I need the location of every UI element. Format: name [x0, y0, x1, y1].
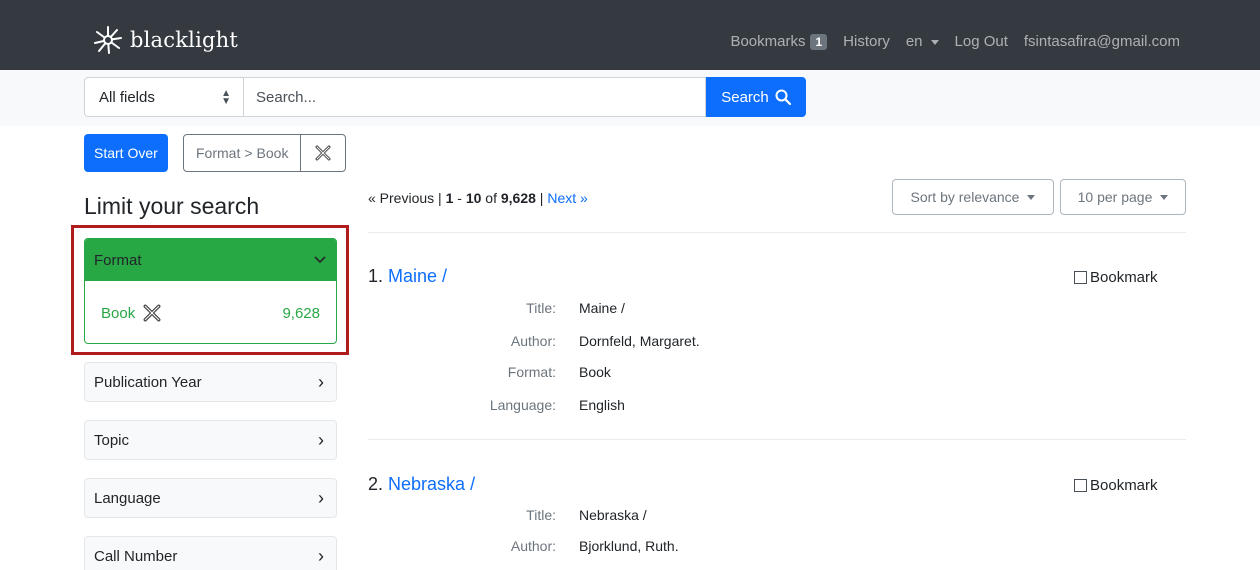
facet-format: Format Book 9,628 — [84, 238, 337, 344]
field-value: English — [579, 397, 625, 413]
facet-call-number[interactable]: Call Number › — [84, 536, 337, 570]
search-field-value: All fields — [99, 88, 155, 106]
facet-label: Publication Year — [94, 373, 202, 391]
field-value: Nebraska / — [579, 507, 647, 523]
search-button-label: Search — [721, 88, 769, 106]
divider — [368, 232, 1186, 233]
blacklight-logo-icon — [94, 26, 122, 54]
facet-selected-count: 9,628 — [282, 304, 320, 322]
chevron-right-icon: › — [318, 487, 324, 508]
field-label: Author: — [510, 538, 556, 554]
per-page-dropdown[interactable]: 10 per page — [1060, 179, 1186, 215]
bookmarks-count-badge: 1 — [810, 34, 828, 50]
search-icon — [775, 89, 791, 105]
field-label: Format: — [507, 364, 556, 380]
facet-label: Call Number — [94, 547, 178, 565]
field-value: Maine / — [579, 300, 625, 316]
result-index: 1. — [368, 266, 384, 286]
per-page-label: 10 per page — [1077, 189, 1153, 205]
range-end: 10 — [465, 190, 482, 206]
next-link[interactable]: Next » — [547, 190, 587, 206]
field-label: Author: — [510, 333, 556, 349]
bookmarks-link[interactable]: Bookmarks 1 — [730, 33, 828, 50]
search-input[interactable] — [244, 77, 706, 117]
caret-down-icon — [1027, 194, 1036, 200]
result-title: 1. Maine / — [368, 266, 447, 287]
chevron-right-icon: › — [318, 545, 324, 566]
language-dropdown[interactable]: en — [906, 33, 939, 50]
bookmarks-label: Bookmarks — [730, 33, 806, 50]
facet-label: Language — [94, 489, 161, 507]
constraint-value: Book — [256, 145, 289, 161]
previous-link: « Previous — [368, 190, 435, 206]
result-title: 2. Nebraska / — [368, 474, 475, 495]
field-label: Title: — [526, 300, 556, 316]
bookmark-checkbox[interactable] — [1074, 271, 1087, 284]
search-field-select[interactable]: All fields ▲ ▼ — [84, 77, 244, 117]
field-value: Book — [579, 364, 611, 380]
logout-link[interactable]: Log Out — [955, 33, 1008, 50]
bookmark-checkbox[interactable] — [1074, 479, 1087, 492]
result-title-link[interactable]: Maine / — [388, 266, 447, 286]
constraint-field: Format — [196, 145, 241, 161]
facet-format-toggle[interactable]: Format — [85, 239, 336, 281]
result-field-row: Language: English — [368, 397, 968, 419]
sort-label: Sort by relevance — [910, 189, 1020, 205]
facet-format-label: Format — [94, 251, 142, 269]
search-button[interactable]: Search — [706, 77, 806, 117]
facet-language[interactable]: Language › — [84, 478, 337, 518]
total-count: 9,628 — [500, 190, 536, 206]
result-field-row: Title: Maine / — [368, 300, 968, 322]
divider — [368, 439, 1186, 440]
facet-selected-value: Book — [101, 304, 136, 322]
result-field-row: Format: Book — [368, 364, 968, 386]
start-over-button[interactable]: Start Over — [84, 134, 168, 172]
remove-x-icon — [315, 145, 331, 161]
constraint-label[interactable]: Format > Book — [184, 135, 302, 171]
constraint-format: Format > Book — [183, 134, 347, 172]
field-value: Bjorklund, Ruth. — [579, 538, 679, 554]
chevron-down-icon — [314, 256, 326, 264]
bookmark-label: Bookmark — [1090, 269, 1158, 286]
bookmark-label: Bookmark — [1090, 477, 1158, 494]
chevron-right-icon: › — [318, 429, 324, 450]
facet-publication-year[interactable]: Publication Year › — [84, 362, 337, 402]
result-field-row: Author: Bjorklund, Ruth. — [368, 538, 968, 560]
limit-search-heading: Limit your search — [84, 193, 260, 219]
bookmark-toggle[interactable]: Bookmark — [1074, 477, 1158, 494]
result-title-link[interactable]: Nebraska / — [388, 474, 475, 494]
remove-constraint-button[interactable] — [301, 135, 345, 171]
field-value: Dornfeld, Margaret. — [579, 333, 700, 349]
select-updown-icon: ▲ ▼ — [221, 88, 231, 107]
sort-dropdown[interactable]: Sort by relevance — [892, 179, 1054, 215]
result-index: 2. — [368, 474, 384, 494]
pagination-info: « Previous | 1 - 10 of 9,628 | Next » — [368, 190, 588, 206]
field-label: Title: — [526, 507, 556, 523]
caret-down-icon — [930, 39, 939, 45]
language-label: en — [905, 33, 923, 50]
user-nav: Bookmarks 1 History en Log Out fsintasafi… — [730, 33, 1180, 50]
search-form: All fields ▲ ▼ Search — [84, 77, 806, 117]
user-email-link[interactable]: fsintasafira@gmail.com — [1024, 33, 1180, 50]
search-strip: All fields ▲ ▼ Search — [0, 70, 1260, 126]
facet-format-selected-item: Book 9,628 — [85, 281, 336, 343]
top-navbar: blacklight Bookmarks 1 History en Log Out… — [0, 0, 1260, 70]
history-link[interactable]: History — [843, 33, 890, 50]
facet-topic[interactable]: Topic › — [84, 420, 337, 460]
remove-facet-icon[interactable] — [143, 304, 161, 322]
range-start: 1 — [445, 190, 454, 206]
brand-name: blacklight — [130, 28, 239, 52]
brand-link[interactable]: blacklight — [92, 24, 238, 56]
result-field-row: Title: Nebraska / — [368, 507, 968, 529]
constraint-separator: > — [244, 145, 253, 161]
chevron-right-icon: › — [318, 371, 324, 392]
field-label: Language: — [489, 397, 556, 413]
result-field-row: Author: Dornfeld, Margaret. — [368, 333, 968, 355]
caret-down-icon — [1160, 194, 1169, 200]
facet-label: Topic — [94, 431, 130, 449]
bookmark-toggle[interactable]: Bookmark — [1074, 269, 1158, 286]
